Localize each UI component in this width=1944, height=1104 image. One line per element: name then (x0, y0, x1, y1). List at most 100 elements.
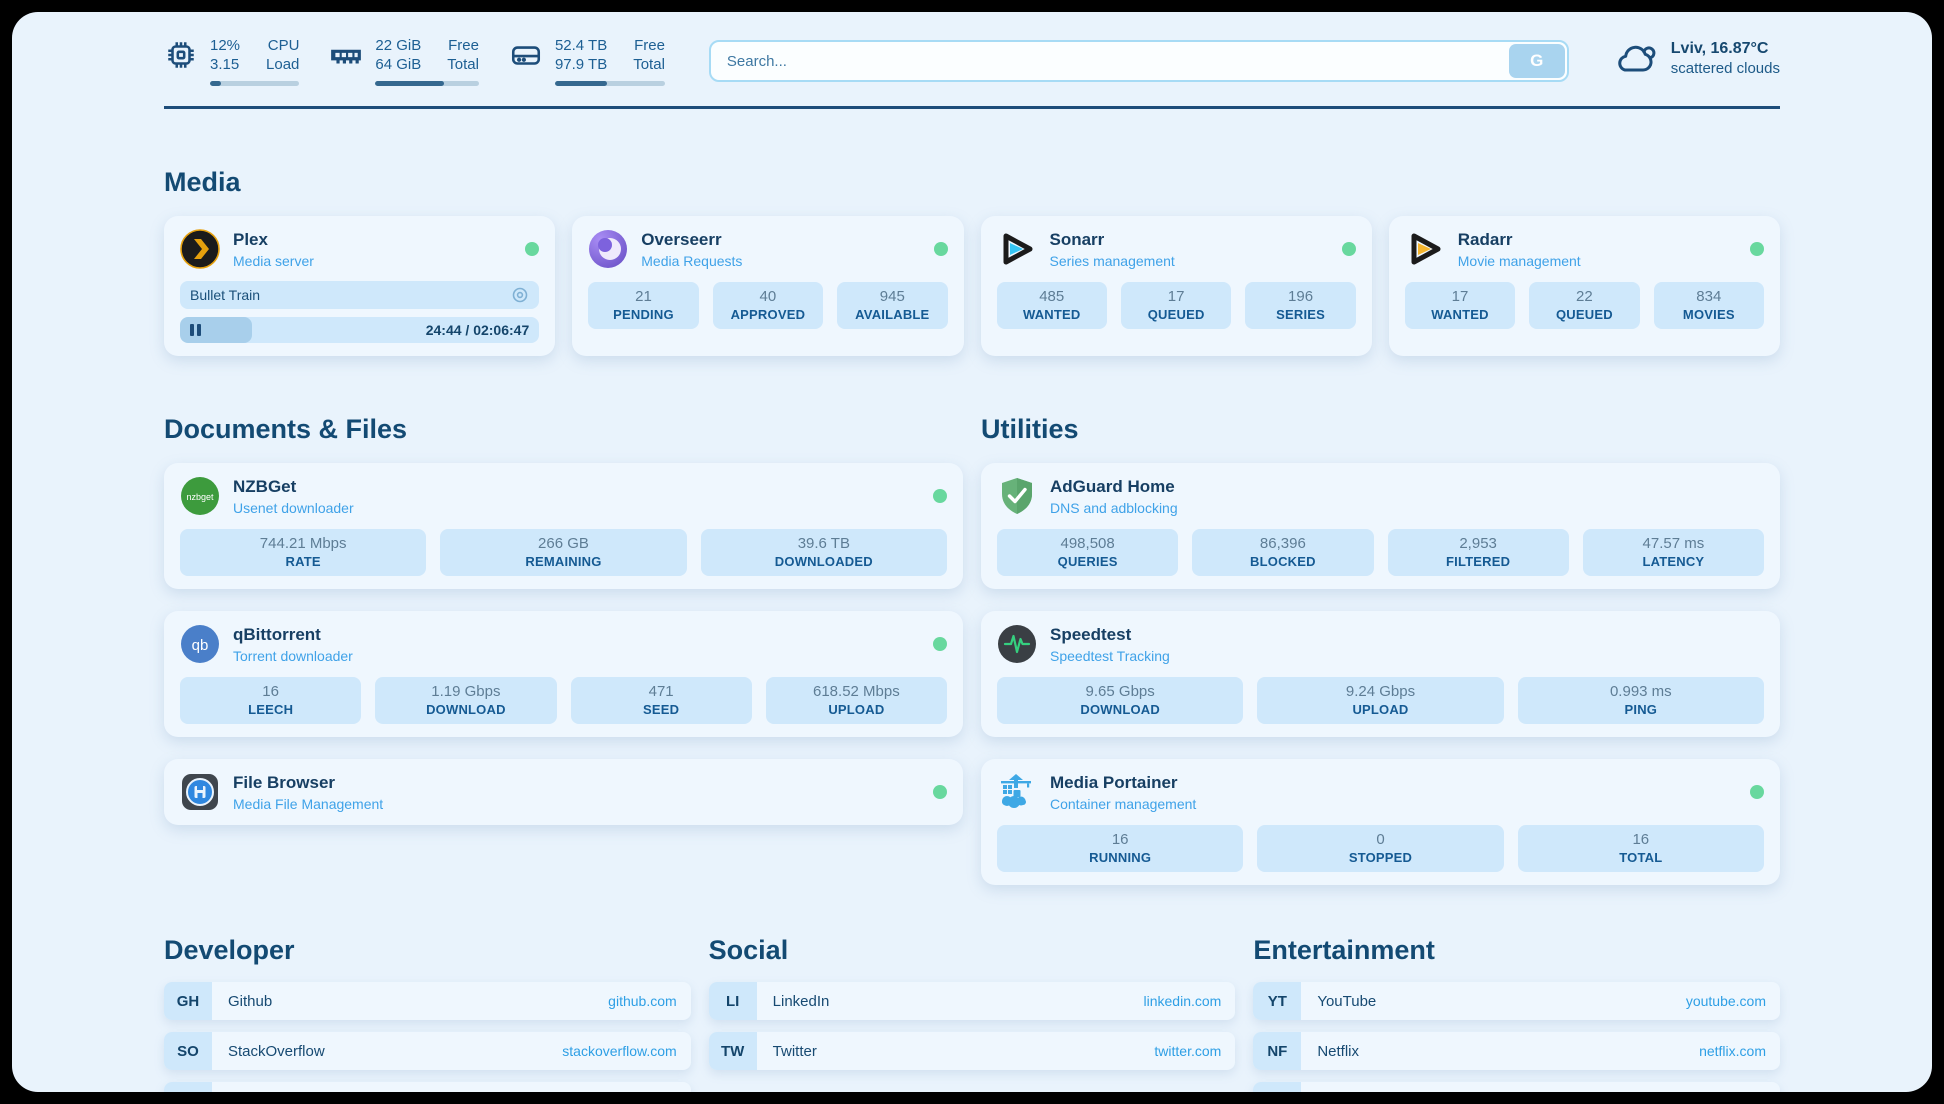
stat-movies: 834MOVIES (1654, 282, 1764, 329)
service-title: Media Portainer (1050, 773, 1196, 793)
service-subtitle: Usenet downloader (233, 500, 354, 516)
bookmark-netflix[interactable]: NF Netflix netflix.com (1253, 1032, 1780, 1070)
disk-total: 97.9 TB (555, 55, 607, 74)
status-online-dot (933, 489, 947, 503)
bookmark-name: StackOverflow (212, 1043, 325, 1060)
bookmark-youtube[interactable]: YT YouTube youtube.com (1253, 982, 1780, 1020)
service-subtitle: Series management (1050, 253, 1175, 269)
bookmark-linkedin[interactable]: LI LinkedIn linkedin.com (709, 982, 1236, 1020)
service-title: AdGuard Home (1050, 477, 1178, 497)
weather-condition: scattered clouds (1671, 60, 1780, 77)
status-online-dot (1750, 242, 1764, 256)
stat-download: 1.19 GbpsDOWNLOAD (375, 677, 556, 724)
bookmark-name: YouTube (1301, 993, 1376, 1010)
bookmark-twitter[interactable]: TW Twitter twitter.com (709, 1032, 1236, 1070)
bookmark-url: github.com (608, 993, 690, 1009)
now-playing-settings-icon[interactable] (511, 286, 529, 304)
bookmark-url: youtube.com (1686, 993, 1780, 1009)
stat-leech: 16LEECH (180, 677, 361, 724)
ram-total: 64 GiB (375, 55, 421, 74)
service-subtitle: Media File Management (233, 796, 383, 812)
service-title: Plex (233, 230, 314, 250)
disk-free: 52.4 TB (555, 36, 607, 55)
stat-downloaded: 39.6 TBDOWNLOADED (701, 529, 947, 576)
playback-time: 24:44 / 02:06:47 (426, 322, 530, 338)
stat-pending: 21PENDING (588, 282, 698, 329)
filebrowser-icon (180, 772, 220, 812)
stat-latency: 47.57 msLATENCY (1583, 529, 1764, 576)
bookmark-github[interactable]: GH Github github.com (164, 982, 691, 1020)
cpu-load: 3.15 (210, 55, 240, 74)
service-card-overseerr[interactable]: Overseerr Media Requests 21PENDING 40APP… (572, 216, 963, 356)
plex-icon (180, 229, 220, 269)
service-card-filebrowser[interactable]: File Browser Media File Management (164, 759, 963, 825)
service-card-adguard[interactable]: AdGuard Home DNS and adblocking 498,508Q… (981, 463, 1780, 589)
now-playing-row: Bullet Train (180, 281, 539, 309)
cpu-percent: 12% (210, 36, 240, 55)
cpu-label-1: CPU (266, 36, 299, 55)
stat-running: 16RUNNING (997, 825, 1243, 872)
bookmark-dev[interactable]: DT DEV dev.to (164, 1082, 691, 1092)
service-title: Sonarr (1050, 230, 1175, 250)
service-card-speedtest[interactable]: Speedtest Speedtest Tracking 9.65 GbpsDO… (981, 611, 1780, 737)
status-online-dot (1342, 242, 1356, 256)
ram-label-1: Free (447, 36, 479, 55)
bookmark-group-social: Social LI LinkedIn linkedin.com TW Twitt… (709, 935, 1236, 1092)
bookmark-abbr: GH (164, 982, 212, 1020)
service-title: File Browser (233, 773, 383, 793)
bookmark-abbr: NF (1253, 1032, 1301, 1070)
utilities-column: Utilities AdGu (981, 356, 1780, 885)
stat-queries: 498,508QUERIES (997, 529, 1178, 576)
stat-download: 9.65 GbpsDOWNLOAD (997, 677, 1243, 724)
service-card-plex[interactable]: Plex Media server Bullet Train (164, 216, 555, 356)
storage-stat: 52.4 TB97.9 TB FreeTotal (509, 36, 665, 86)
header-divider (164, 106, 1780, 109)
bookmark-group-title: Entertainment (1253, 935, 1780, 966)
pause-icon (190, 324, 201, 336)
status-online-dot (933, 637, 947, 651)
bookmark-stackoverflow[interactable]: SO StackOverflow stackoverflow.com (164, 1032, 691, 1070)
stat-remaining: 266 GBREMAINING (440, 529, 686, 576)
speedtest-icon (997, 624, 1037, 664)
bookmark-abbr: YT (1253, 982, 1301, 1020)
header: 12%3.15 CPULoad (164, 12, 1780, 86)
stat-stopped: 0STOPPED (1257, 825, 1503, 872)
memory-progress-bar (375, 81, 479, 86)
qbittorrent-icon: qb (180, 624, 220, 664)
bookmark-group-developer: Developer GH Github github.com SO StackO… (164, 935, 691, 1092)
service-subtitle: Torrent downloader (233, 648, 353, 664)
service-subtitle: Media server (233, 253, 314, 269)
system-stats: 12%3.15 CPULoad (164, 36, 665, 86)
stat-queued: 22QUEUED (1529, 282, 1639, 329)
service-card-radarr[interactable]: Radarr Movie management 17WANTED 22QUEUE… (1389, 216, 1780, 356)
bookmarks-section: Developer GH Github github.com SO StackO… (164, 935, 1780, 1092)
service-title: Overseerr (641, 230, 742, 250)
disk-icon (509, 38, 543, 72)
bookmark-group-title: Social (709, 935, 1236, 966)
status-online-dot (933, 785, 947, 799)
bookmark-name: LinkedIn (757, 993, 830, 1010)
service-card-portainer[interactable]: Media Portainer Container management 16R… (981, 759, 1780, 885)
service-card-nzbget[interactable]: nzbget NZBGet Usenet downloader 744.21 M… (164, 463, 963, 589)
bookmark-name: Twitter (757, 1043, 817, 1060)
bookmark-url: netflix.com (1699, 1043, 1780, 1059)
bookmark-name: Github (212, 993, 272, 1010)
service-card-qbittorrent[interactable]: qb qBittorrent Torrent downloader 16LEEC… (164, 611, 963, 737)
search-input[interactable] (709, 40, 1569, 82)
ram-icon (329, 38, 363, 72)
service-subtitle: Speedtest Tracking (1050, 648, 1170, 664)
service-card-sonarr[interactable]: Sonarr Series management 485WANTED 17QUE… (981, 216, 1372, 356)
stat-seed: 471SEED (571, 677, 752, 724)
stat-series: 196SERIES (1245, 282, 1355, 329)
section-title-media: Media (164, 167, 1780, 198)
memory-stat: 22 GiB64 GiB FreeTotal (329, 36, 479, 86)
ram-label-2: Total (447, 55, 479, 74)
stat-wanted: 485WANTED (997, 282, 1107, 329)
search-engine-button[interactable]: G (1509, 44, 1565, 78)
bookmark-url: linkedin.com (1144, 993, 1236, 1009)
radarr-icon (1405, 229, 1445, 269)
adguard-icon (997, 476, 1037, 516)
service-title: Radarr (1458, 230, 1581, 250)
stat-wanted: 17WANTED (1405, 282, 1515, 329)
bookmark-reddit[interactable]: RE Reddit reddit.com (1253, 1082, 1780, 1092)
